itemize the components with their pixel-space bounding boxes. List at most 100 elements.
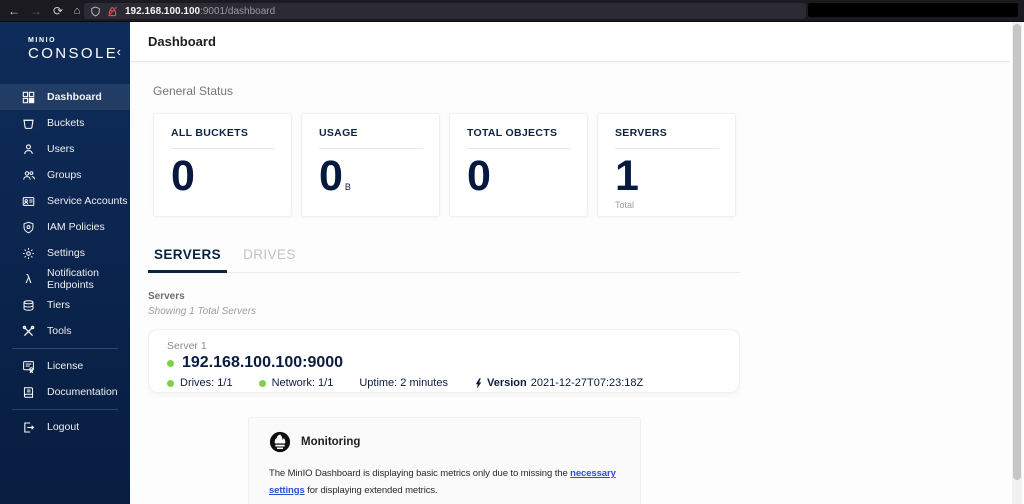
license-icon bbox=[21, 359, 36, 374]
card-usage: USAGE 0B bbox=[301, 113, 440, 217]
monitoring-header: Monitoring bbox=[269, 431, 620, 453]
sidebar-item-settings[interactable]: Settings bbox=[0, 240, 130, 266]
sidebar-collapse-icon[interactable]: ‹ bbox=[117, 44, 121, 59]
monitoring-panel: Monitoring The MinIO Dashboard is displa… bbox=[248, 417, 641, 504]
server-endpoint-row: 192.168.100.100:9000 bbox=[167, 354, 739, 372]
value-text: 0 bbox=[171, 152, 195, 200]
status-dot-drives bbox=[167, 379, 174, 387]
shield-icon[interactable] bbox=[90, 6, 101, 17]
user-icon bbox=[21, 142, 36, 157]
sidebar-item-iam-policies[interactable]: IAM Policies bbox=[0, 214, 130, 240]
card-total-objects: TOTAL OBJECTS 0 bbox=[449, 113, 588, 217]
card-title: TOTAL OBJECTS bbox=[467, 127, 558, 139]
drives-text: Drives: 1/1 bbox=[180, 377, 233, 389]
url-path: :9001/dashboard bbox=[200, 5, 276, 17]
tab-drives[interactable]: DRIVES bbox=[237, 247, 302, 272]
card-value: 0 bbox=[467, 152, 587, 200]
logo-console-text: CONSOLE bbox=[28, 45, 119, 62]
text: The MinIO Dashboard is displaying basic … bbox=[269, 468, 571, 479]
sidebar-item-label: Notification Endpoints bbox=[47, 267, 99, 291]
network-text: Network: 1/1 bbox=[271, 377, 334, 389]
reload-icon[interactable]: ⟳ bbox=[49, 0, 67, 22]
card-value: 0 bbox=[171, 152, 291, 200]
logo-minio-text: MINIO bbox=[28, 37, 57, 44]
sidebar-item-label: Dashboard bbox=[47, 91, 102, 103]
sidebar-item-label: IAM Policies bbox=[47, 221, 105, 233]
tab-servers[interactable]: SERVERS bbox=[148, 247, 228, 273]
sidebar-item-dashboard[interactable]: Dashboard bbox=[0, 84, 130, 110]
sidebar-item-label: Users bbox=[47, 143, 75, 155]
network-status: Network: 1/1 bbox=[258, 377, 334, 389]
url-bar[interactable]: 192.168.100.100:9001/dashboard bbox=[84, 3, 806, 19]
card-all-buckets: ALL BUCKETS 0 bbox=[153, 113, 292, 217]
sidebar-item-label: Service Accounts bbox=[47, 195, 128, 207]
shield-policy-icon bbox=[21, 220, 36, 235]
url-text: 192.168.100.100:9001/dashboard bbox=[125, 6, 275, 17]
sidebar-item-logout[interactable]: Logout bbox=[0, 414, 130, 440]
gear-icon bbox=[21, 246, 36, 261]
monitoring-title: Monitoring bbox=[301, 436, 361, 448]
version-bolt-icon bbox=[474, 377, 483, 389]
uptime-status: Uptime: 2 minutes bbox=[359, 377, 448, 389]
card-value: 0B bbox=[319, 152, 439, 200]
back-icon[interactable]: ← bbox=[5, 0, 23, 22]
card-value: 1 bbox=[615, 152, 735, 200]
divider bbox=[467, 148, 571, 149]
server-details-row: Drives: 1/1 Network: 1/1 Uptime: 2 minut… bbox=[167, 377, 739, 389]
sidebar-item-license[interactable]: License bbox=[0, 353, 130, 379]
lambda-icon: λ bbox=[25, 272, 32, 286]
scrollbar-thumb[interactable] bbox=[1013, 24, 1021, 480]
sidebar-nav: Dashboard Buckets Users Groups Service A… bbox=[0, 84, 130, 440]
browser-toolbar: ← → ⟳ ⌂ 192.168.100.100:9001/dashboard bbox=[0, 0, 1024, 22]
monitoring-paragraph-1: The MinIO Dashboard is displaying basic … bbox=[269, 466, 620, 499]
sidebar-item-users[interactable]: Users bbox=[0, 136, 130, 162]
value-text: 0 bbox=[467, 152, 491, 200]
sidebar: MINIO CONSOLE ‹ Dashboard Buckets Users … bbox=[0, 22, 130, 504]
version-value: 2021-12-27T07:23:18Z bbox=[530, 377, 644, 389]
sidebar-divider bbox=[12, 348, 118, 349]
drives-status: Drives: 1/1 bbox=[167, 377, 233, 389]
status-dot-online bbox=[167, 359, 174, 367]
page-header: Dashboard bbox=[130, 22, 1010, 62]
server-endpoint: 192.168.100.100:9000 bbox=[182, 354, 344, 371]
sidebar-item-documentation[interactable]: Documentation bbox=[0, 379, 130, 405]
sidebar-item-label: Buckets bbox=[47, 117, 85, 129]
sidebar-item-tools[interactable]: Tools bbox=[0, 318, 130, 344]
text: for displaying extended metrics. bbox=[304, 484, 438, 496]
card-servers: SERVERS 1 Total bbox=[597, 113, 736, 217]
sidebar-item-label: Tiers bbox=[47, 299, 70, 311]
sidebar-item-notification-endpoints[interactable]: λ Notification Endpoints bbox=[0, 266, 130, 292]
card-subtitle: Total bbox=[615, 200, 635, 211]
groups-icon bbox=[21, 168, 36, 183]
status-dot-network bbox=[258, 379, 266, 387]
prometheus-icon bbox=[269, 431, 291, 453]
tools-icon bbox=[21, 324, 36, 339]
forward-icon[interactable]: → bbox=[27, 0, 45, 22]
sidebar-item-label: Groups bbox=[47, 169, 82, 181]
value-text: 0 bbox=[319, 152, 343, 200]
sidebar-item-buckets[interactable]: Buckets bbox=[0, 110, 130, 136]
redacted-area bbox=[808, 3, 1018, 17]
value-text: 1 bbox=[615, 152, 639, 200]
screen: ← → ⟳ ⌂ 192.168.100.100:9001/dashboard M… bbox=[0, 0, 1024, 504]
tab-bar: SERVERS DRIVES bbox=[148, 247, 740, 273]
bucket-icon bbox=[21, 116, 36, 131]
minio-console-logo: MINIO CONSOLE ‹ bbox=[0, 22, 130, 62]
sidebar-item-label: Tools bbox=[47, 325, 72, 337]
sidebar-item-tiers[interactable]: Tiers bbox=[0, 292, 130, 318]
card-title: ALL BUCKETS bbox=[171, 127, 249, 139]
divider bbox=[171, 148, 275, 149]
dashboard-icon bbox=[21, 90, 36, 105]
card-title: USAGE bbox=[319, 127, 358, 139]
sidebar-item-label: Logout bbox=[47, 421, 80, 433]
sidebar-item-service-accounts[interactable]: Service Accounts bbox=[0, 188, 130, 214]
insecure-lock-icon[interactable] bbox=[107, 6, 118, 17]
sidebar-item-label: License bbox=[47, 360, 84, 372]
sidebar-divider bbox=[12, 409, 118, 410]
general-status-label: General Status bbox=[153, 84, 234, 98]
sidebar-item-groups[interactable]: Groups bbox=[0, 162, 130, 188]
version-label: Version bbox=[486, 377, 527, 389]
documentation-icon bbox=[21, 385, 36, 400]
unit-text: B bbox=[344, 182, 351, 192]
divider bbox=[615, 148, 719, 149]
